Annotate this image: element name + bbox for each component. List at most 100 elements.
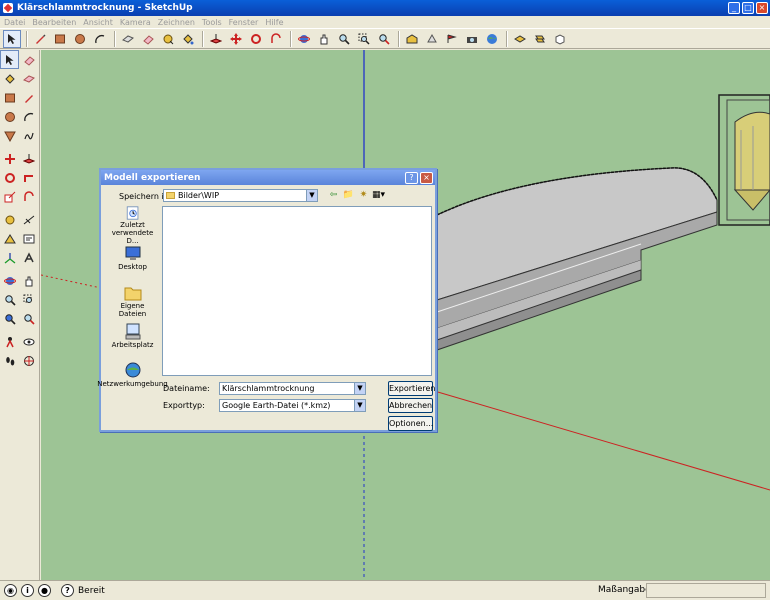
maximize-button[interactable]: □ xyxy=(742,2,754,14)
place-desktop[interactable]: Desktop xyxy=(106,245,159,284)
circle-tool[interactable] xyxy=(0,107,19,126)
move-tool[interactable] xyxy=(0,149,19,168)
zoom-extents-button[interactable] xyxy=(375,30,393,48)
credits-icon[interactable]: i xyxy=(21,584,34,597)
extension-button[interactable] xyxy=(551,30,569,48)
place-network[interactable]: Netzwerkumgebung xyxy=(97,362,168,401)
warehouse-button[interactable] xyxy=(511,30,529,48)
rotate-tool[interactable] xyxy=(0,168,19,187)
window-title: Klärschlammtrocknung - SketchUp xyxy=(17,3,193,13)
toggle-terrain-button[interactable] xyxy=(483,30,501,48)
menu-datei[interactable]: Datei xyxy=(4,18,25,27)
protractor-tool[interactable] xyxy=(0,229,19,248)
menu-bearbeiten[interactable]: Bearbeiten xyxy=(32,18,76,27)
select-tool[interactable] xyxy=(0,50,19,69)
help-icon[interactable]: ? xyxy=(61,584,74,597)
orbit-tool[interactable] xyxy=(0,271,19,290)
select-tool-button[interactable] xyxy=(3,29,21,48)
filename-input[interactable]: Klärschlammtrocknung ▼ xyxy=(219,382,366,395)
dimension-tool[interactable] xyxy=(19,210,38,229)
scale-tool[interactable] xyxy=(0,187,19,206)
close-button[interactable]: × xyxy=(756,2,768,14)
pan-tool-button[interactable] xyxy=(315,30,333,48)
filetype-select[interactable]: Google Earth-Datei (*.kmz) ▼ xyxy=(219,399,366,412)
back-arrow-icon[interactable]: ⇦ xyxy=(327,189,340,202)
minimize-button[interactable]: _ xyxy=(728,2,740,14)
orbit-tool-button[interactable] xyxy=(295,30,313,48)
share-model-button[interactable] xyxy=(423,30,441,48)
file-list[interactable] xyxy=(162,206,432,376)
get-models-button[interactable] xyxy=(403,30,421,48)
get-current-view-button[interactable] xyxy=(463,30,481,48)
place-my-documents[interactable]: Eigene Dateien xyxy=(106,284,159,323)
menu-fenster[interactable]: Fenster xyxy=(229,18,259,27)
view-menu-icon[interactable]: ▦▾ xyxy=(372,189,385,202)
axes-tool[interactable] xyxy=(0,248,19,267)
rotate-tool-button[interactable] xyxy=(247,30,265,48)
menu-ansicht[interactable]: Ansicht xyxy=(83,18,113,27)
menu-kamera[interactable]: Kamera xyxy=(120,18,151,27)
push-pull-button[interactable] xyxy=(207,30,225,48)
move-tool-button[interactable] xyxy=(227,30,245,48)
rectangle-tool[interactable] xyxy=(0,88,19,107)
axes-icon xyxy=(4,252,15,264)
zoom-window-button[interactable] xyxy=(355,30,373,48)
push-pull-tool[interactable] xyxy=(19,149,38,168)
dialog-help-button[interactable]: ? xyxy=(405,171,418,184)
arc-tool-button[interactable] xyxy=(91,30,109,48)
chevron-down-icon[interactable]: ▼ xyxy=(354,400,365,411)
tape-measure-button[interactable] xyxy=(159,30,177,48)
paint-bucket-button[interactable] xyxy=(179,30,197,48)
dialog-close-button[interactable]: × xyxy=(420,171,433,184)
eraser-tool-button[interactable] xyxy=(139,30,157,48)
place-my-computer[interactable]: Arbeitsplatz xyxy=(106,323,159,362)
position-camera-tool[interactable] xyxy=(0,332,19,351)
section-plane-tool[interactable] xyxy=(19,351,38,370)
look-in-dropdown[interactable]: Bilder\WIP ▼ xyxy=(163,189,318,202)
arc-tool[interactable] xyxy=(19,107,38,126)
paint-tool[interactable] xyxy=(0,69,19,88)
box-icon xyxy=(555,33,565,45)
tape-measure-tool[interactable] xyxy=(0,210,19,229)
cancel-button[interactable]: Abbrechen xyxy=(388,398,433,413)
rectangle-tool-button[interactable] xyxy=(51,30,69,48)
zoom-tool[interactable] xyxy=(0,290,19,309)
offset-tool-button[interactable] xyxy=(267,30,285,48)
circle-tool-button[interactable] xyxy=(71,30,89,48)
make-component-tool[interactable] xyxy=(19,69,38,88)
geo-location-icon[interactable]: ◉ xyxy=(4,584,17,597)
polygon-tool[interactable] xyxy=(0,126,19,145)
freehand-tool[interactable] xyxy=(19,126,38,145)
offset-tool[interactable] xyxy=(19,187,38,206)
3d-text-tool[interactable] xyxy=(19,248,38,267)
line-tool-button[interactable] xyxy=(31,30,49,48)
export-button[interactable]: Exportieren xyxy=(388,381,435,396)
up-folder-icon[interactable]: 📁 xyxy=(342,189,355,202)
walk-tool[interactable] xyxy=(0,351,19,370)
make-component-button[interactable] xyxy=(119,30,137,48)
user-icon[interactable]: ● xyxy=(38,584,51,597)
zoom-extents-tool[interactable] xyxy=(19,309,38,328)
eraser-tool[interactable] xyxy=(19,50,38,69)
place-model-button[interactable] xyxy=(443,30,461,48)
menu-tools[interactable]: Tools xyxy=(202,18,222,27)
zoom-window-tool[interactable] xyxy=(19,290,38,309)
line-tool[interactable] xyxy=(19,88,38,107)
pan-tool[interactable] xyxy=(19,271,38,290)
options-button[interactable]: Optionen... xyxy=(388,416,433,431)
follow-me-tool[interactable] xyxy=(19,168,38,187)
tape-measure-icon xyxy=(163,34,174,44)
menu-hilfe[interactable]: Hilfe xyxy=(265,18,283,27)
menu-zeichnen[interactable]: Zeichnen xyxy=(158,18,195,27)
chevron-down-icon[interactable]: ▼ xyxy=(354,383,365,394)
previous-view-tool[interactable] xyxy=(0,309,19,328)
text-tool[interactable] xyxy=(19,229,38,248)
chevron-down-icon: ▼ xyxy=(306,190,317,201)
look-around-tool[interactable] xyxy=(19,332,38,351)
place-recent-label: Zuletzt verwendete D... xyxy=(111,221,154,245)
new-folder-icon[interactable]: ✷ xyxy=(357,189,370,202)
zoom-tool-button[interactable] xyxy=(335,30,353,48)
components-button[interactable] xyxy=(531,30,549,48)
place-recent[interactable]: Zuletzt verwendete D... xyxy=(106,206,159,245)
measurements-input[interactable] xyxy=(646,583,766,598)
